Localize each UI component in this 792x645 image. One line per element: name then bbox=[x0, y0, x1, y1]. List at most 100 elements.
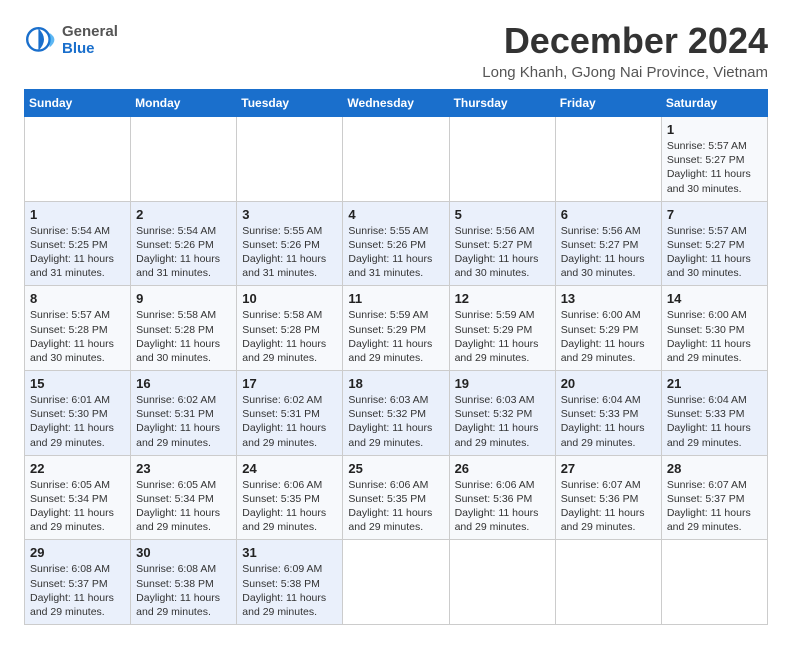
day-cell-content: Sunrise: 6:02 AM Sunset: 5:31 PM Dayligh… bbox=[242, 393, 337, 450]
calendar-day-cell: 18 Sunrise: 6:03 AM Sunset: 5:32 PM Dayl… bbox=[343, 371, 449, 456]
day-number: 14 bbox=[667, 291, 762, 306]
calendar-day-cell: 6 Sunrise: 5:56 AM Sunset: 5:27 PM Dayli… bbox=[555, 201, 661, 286]
day-cell-content: Sunrise: 5:57 AM Sunset: 5:28 PM Dayligh… bbox=[30, 308, 125, 365]
day-cell-content: Sunrise: 5:56 AM Sunset: 5:27 PM Dayligh… bbox=[561, 224, 656, 281]
day-cell-content: Sunrise: 6:08 AM Sunset: 5:38 PM Dayligh… bbox=[136, 562, 231, 619]
calendar-week-row: 15 Sunrise: 6:01 AM Sunset: 5:30 PM Dayl… bbox=[25, 371, 768, 456]
calendar-table: SundayMondayTuesdayWednesdayThursdayFrid… bbox=[24, 89, 768, 625]
calendar-day-cell: 10 Sunrise: 5:58 AM Sunset: 5:28 PM Dayl… bbox=[237, 286, 343, 371]
calendar-day-cell: 1 Sunrise: 5:54 AM Sunset: 5:25 PM Dayli… bbox=[25, 201, 131, 286]
weekday-header-tuesday: Tuesday bbox=[237, 90, 343, 117]
calendar-day-cell: 2 Sunrise: 5:54 AM Sunset: 5:26 PM Dayli… bbox=[131, 201, 237, 286]
day-number: 9 bbox=[136, 291, 231, 306]
calendar-day-cell: 19 Sunrise: 6:03 AM Sunset: 5:32 PM Dayl… bbox=[449, 371, 555, 456]
day-number: 19 bbox=[455, 376, 550, 391]
weekday-header-monday: Monday bbox=[131, 90, 237, 117]
calendar-day-cell: 28 Sunrise: 6:07 AM Sunset: 5:37 PM Dayl… bbox=[661, 455, 767, 540]
weekday-header-sunday: Sunday bbox=[25, 90, 131, 117]
calendar-day-cell: 12 Sunrise: 5:59 AM Sunset: 5:29 PM Dayl… bbox=[449, 286, 555, 371]
day-number: 22 bbox=[30, 461, 125, 476]
day-number: 30 bbox=[136, 545, 231, 560]
calendar-week-row: 1 Sunrise: 5:57 AM Sunset: 5:27 PM Dayli… bbox=[25, 117, 768, 202]
calendar-day-cell: 16 Sunrise: 6:02 AM Sunset: 5:31 PM Dayl… bbox=[131, 371, 237, 456]
day-number: 8 bbox=[30, 291, 125, 306]
day-cell-content: Sunrise: 6:05 AM Sunset: 5:34 PM Dayligh… bbox=[30, 478, 125, 535]
day-number: 7 bbox=[667, 207, 762, 222]
day-number: 15 bbox=[30, 376, 125, 391]
calendar-day-cell: 4 Sunrise: 5:55 AM Sunset: 5:26 PM Dayli… bbox=[343, 201, 449, 286]
logo-icon bbox=[24, 25, 56, 57]
title-block: December 2024 Long Khanh, GJong Nai Prov… bbox=[482, 20, 768, 81]
day-number: 26 bbox=[455, 461, 550, 476]
calendar-day-cell bbox=[131, 117, 237, 202]
day-number: 28 bbox=[667, 461, 762, 476]
calendar-day-cell: 23 Sunrise: 6:05 AM Sunset: 5:34 PM Dayl… bbox=[131, 455, 237, 540]
day-cell-content: Sunrise: 5:54 AM Sunset: 5:26 PM Dayligh… bbox=[136, 224, 231, 281]
calendar-day-cell: 15 Sunrise: 6:01 AM Sunset: 5:30 PM Dayl… bbox=[25, 371, 131, 456]
calendar-week-row: 1 Sunrise: 5:54 AM Sunset: 5:25 PM Dayli… bbox=[25, 201, 768, 286]
day-cell-content: Sunrise: 6:08 AM Sunset: 5:37 PM Dayligh… bbox=[30, 562, 125, 619]
day-cell-content: Sunrise: 6:06 AM Sunset: 5:35 PM Dayligh… bbox=[348, 478, 443, 535]
calendar-day-cell: 5 Sunrise: 5:56 AM Sunset: 5:27 PM Dayli… bbox=[449, 201, 555, 286]
day-number: 25 bbox=[348, 461, 443, 476]
calendar-day-cell bbox=[25, 117, 131, 202]
day-cell-content: Sunrise: 6:07 AM Sunset: 5:37 PM Dayligh… bbox=[667, 478, 762, 535]
day-number: 11 bbox=[348, 291, 443, 306]
day-number: 4 bbox=[348, 207, 443, 222]
calendar-day-cell: 9 Sunrise: 5:58 AM Sunset: 5:28 PM Dayli… bbox=[131, 286, 237, 371]
calendar-day-cell bbox=[237, 117, 343, 202]
day-cell-content: Sunrise: 6:00 AM Sunset: 5:29 PM Dayligh… bbox=[561, 308, 656, 365]
page-header: General Blue December 2024 Long Khanh, G… bbox=[24, 20, 768, 81]
calendar-day-cell: 24 Sunrise: 6:06 AM Sunset: 5:35 PM Dayl… bbox=[237, 455, 343, 540]
day-cell-content: Sunrise: 5:58 AM Sunset: 5:28 PM Dayligh… bbox=[242, 308, 337, 365]
day-number: 2 bbox=[136, 207, 231, 222]
calendar-day-cell: 27 Sunrise: 6:07 AM Sunset: 5:36 PM Dayl… bbox=[555, 455, 661, 540]
weekday-header-saturday: Saturday bbox=[661, 90, 767, 117]
calendar-day-cell: 21 Sunrise: 6:04 AM Sunset: 5:33 PM Dayl… bbox=[661, 371, 767, 456]
weekday-header-friday: Friday bbox=[555, 90, 661, 117]
location-title: Long Khanh, GJong Nai Province, Vietnam bbox=[482, 64, 768, 81]
day-number: 17 bbox=[242, 376, 337, 391]
calendar-day-cell bbox=[555, 117, 661, 202]
calendar-day-cell bbox=[343, 117, 449, 202]
day-number: 31 bbox=[242, 545, 337, 560]
day-cell-content: Sunrise: 5:55 AM Sunset: 5:26 PM Dayligh… bbox=[242, 224, 337, 281]
day-number: 18 bbox=[348, 376, 443, 391]
day-cell-content: Sunrise: 6:04 AM Sunset: 5:33 PM Dayligh… bbox=[561, 393, 656, 450]
day-cell-content: Sunrise: 5:54 AM Sunset: 5:25 PM Dayligh… bbox=[30, 224, 125, 281]
day-number: 1 bbox=[667, 122, 762, 137]
calendar-day-cell: 7 Sunrise: 5:57 AM Sunset: 5:27 PM Dayli… bbox=[661, 201, 767, 286]
calendar-week-row: 8 Sunrise: 5:57 AM Sunset: 5:28 PM Dayli… bbox=[25, 286, 768, 371]
day-cell-content: Sunrise: 6:09 AM Sunset: 5:38 PM Dayligh… bbox=[242, 562, 337, 619]
day-number: 16 bbox=[136, 376, 231, 391]
calendar-day-cell: 8 Sunrise: 5:57 AM Sunset: 5:28 PM Dayli… bbox=[25, 286, 131, 371]
calendar-day-cell: 20 Sunrise: 6:04 AM Sunset: 5:33 PM Dayl… bbox=[555, 371, 661, 456]
day-number: 27 bbox=[561, 461, 656, 476]
logo-blue: Blue bbox=[62, 41, 118, 58]
day-number: 12 bbox=[455, 291, 550, 306]
day-cell-content: Sunrise: 5:57 AM Sunset: 5:27 PM Dayligh… bbox=[667, 224, 762, 281]
month-title: December 2024 bbox=[482, 20, 768, 62]
day-cell-content: Sunrise: 6:06 AM Sunset: 5:35 PM Dayligh… bbox=[242, 478, 337, 535]
day-cell-content: Sunrise: 5:57 AM Sunset: 5:27 PM Dayligh… bbox=[667, 139, 762, 196]
day-number: 29 bbox=[30, 545, 125, 560]
day-number: 5 bbox=[455, 207, 550, 222]
weekday-header-thursday: Thursday bbox=[449, 90, 555, 117]
weekday-header-wednesday: Wednesday bbox=[343, 90, 449, 117]
day-cell-content: Sunrise: 6:07 AM Sunset: 5:36 PM Dayligh… bbox=[561, 478, 656, 535]
day-cell-content: Sunrise: 5:56 AM Sunset: 5:27 PM Dayligh… bbox=[455, 224, 550, 281]
day-number: 24 bbox=[242, 461, 337, 476]
day-cell-content: Sunrise: 5:59 AM Sunset: 5:29 PM Dayligh… bbox=[348, 308, 443, 365]
day-number: 3 bbox=[242, 207, 337, 222]
calendar-day-cell: 3 Sunrise: 5:55 AM Sunset: 5:26 PM Dayli… bbox=[237, 201, 343, 286]
calendar-day-cell: 11 Sunrise: 5:59 AM Sunset: 5:29 PM Dayl… bbox=[343, 286, 449, 371]
calendar-day-cell: 1 Sunrise: 5:57 AM Sunset: 5:27 PM Dayli… bbox=[661, 117, 767, 202]
day-cell-content: Sunrise: 5:59 AM Sunset: 5:29 PM Dayligh… bbox=[455, 308, 550, 365]
day-number: 6 bbox=[561, 207, 656, 222]
calendar-day-cell: 14 Sunrise: 6:00 AM Sunset: 5:30 PM Dayl… bbox=[661, 286, 767, 371]
day-number: 23 bbox=[136, 461, 231, 476]
day-number: 10 bbox=[242, 291, 337, 306]
logo: General Blue bbox=[24, 24, 118, 57]
day-cell-content: Sunrise: 5:58 AM Sunset: 5:28 PM Dayligh… bbox=[136, 308, 231, 365]
day-cell-content: Sunrise: 6:01 AM Sunset: 5:30 PM Dayligh… bbox=[30, 393, 125, 450]
